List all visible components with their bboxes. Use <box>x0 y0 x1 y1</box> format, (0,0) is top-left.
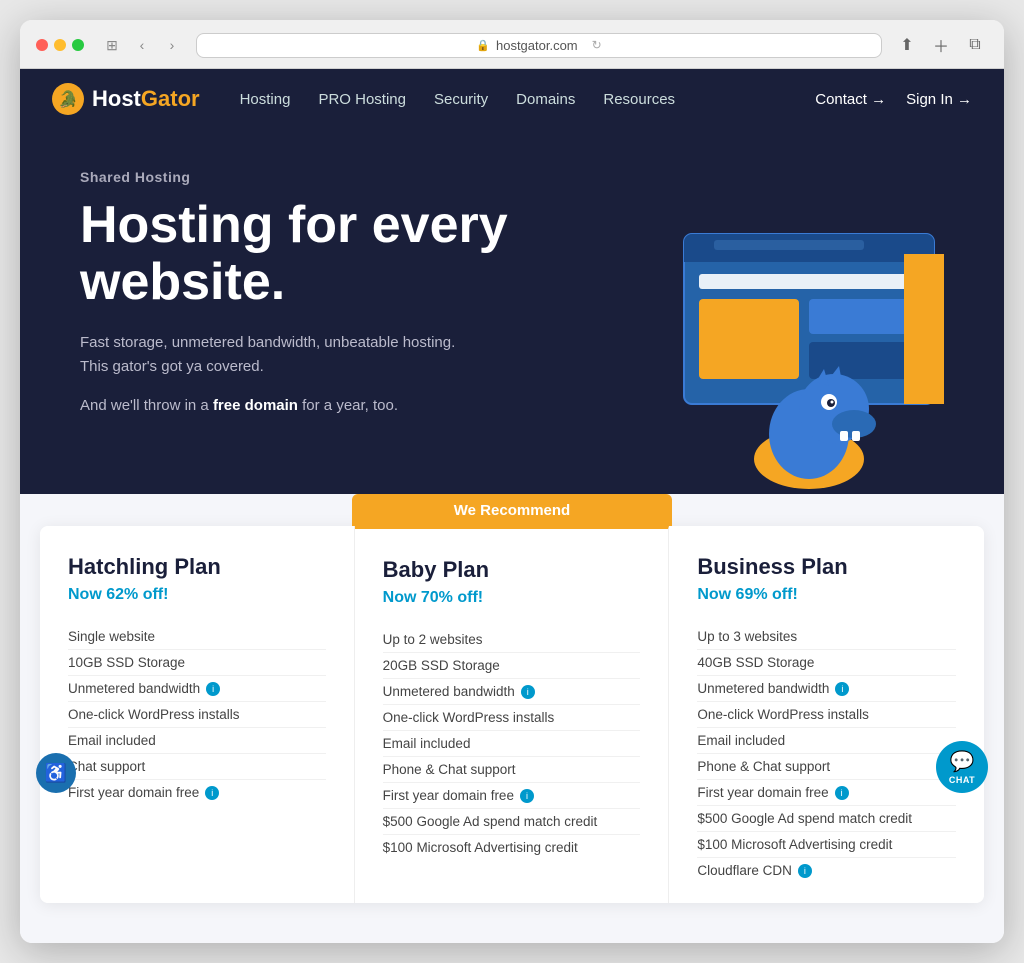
plan-discount-hatchling: Now 62% off! <box>68 586 326 604</box>
nav-right: Contact → Sign In → <box>815 91 972 108</box>
hero-free-domain: And we'll throw in a free domain for a y… <box>80 397 560 414</box>
browser-window: ⊞ ‹ › 🔒 hostgator.com ↻ ⬆ ＋ ⧉ 🐊 HostGato… <box>20 20 1004 943</box>
list-item: 10GB SSD Storage <box>68 650 326 676</box>
list-item: 20GB SSD Storage <box>383 653 641 679</box>
info-icon[interactable]: i <box>520 789 534 803</box>
list-item: $100 Microsoft Advertising credit <box>697 832 956 858</box>
nav-pro-hosting[interactable]: PRO Hosting <box>318 91 406 108</box>
navbar: 🐊 HostGator Hosting PRO Hosting Security… <box>20 69 1004 129</box>
list-item: One-click WordPress installs <box>697 702 956 728</box>
list-item: Email included <box>697 728 956 754</box>
hero-section: Shared Hosting Hosting for every website… <box>20 129 1004 494</box>
plan-discount-business: Now 69% off! <box>697 586 956 604</box>
address-bar[interactable]: 🔒 hostgator.com ↻ <box>196 33 882 58</box>
list-item: First year domain freei <box>68 780 326 805</box>
list-item: Single website <box>68 624 326 650</box>
browser-controls: ⊞ ‹ › <box>100 33 184 57</box>
nav-resources[interactable]: Resources <box>603 91 675 108</box>
close-button[interactable] <box>36 39 48 51</box>
list-item: Email included <box>68 728 326 754</box>
forward-button[interactable]: › <box>160 33 184 57</box>
nav-links: Hosting PRO Hosting Security Domains Res… <box>240 91 816 108</box>
list-item: Up to 2 websites <box>383 627 641 653</box>
list-item: $100 Microsoft Advertising credit <box>383 835 641 860</box>
info-icon[interactable]: i <box>835 682 849 696</box>
recommend-badge: We Recommend <box>352 494 672 527</box>
list-item: Phone & Chat support <box>383 757 641 783</box>
plan-name-baby: Baby Plan <box>383 557 641 583</box>
plan-card-hatchling: Hatchling Plan Now 62% off! Single websi… <box>40 526 355 903</box>
nav-hosting[interactable]: Hosting <box>240 91 291 108</box>
hero-title: Hosting for every website. <box>80 197 560 311</box>
list-item: Unmetered bandwidthi <box>697 676 956 702</box>
logo-text: HostGator <box>92 86 200 112</box>
url-text: hostgator.com <box>496 38 578 53</box>
svg-text:🐊: 🐊 <box>58 89 78 108</box>
hero-illustration-svg <box>624 224 964 494</box>
minimize-button[interactable] <box>54 39 66 51</box>
list-item: Chat support <box>68 754 326 780</box>
list-item: Unmetered bandwidthi <box>383 679 641 705</box>
back-button[interactable]: ‹ <box>130 33 154 57</box>
list-item: $500 Google Ad spend match credit <box>383 809 641 835</box>
sidebar-toggle-button[interactable]: ⊞ <box>100 33 124 57</box>
chat-label: CHAT <box>949 775 975 785</box>
logo[interactable]: 🐊 HostGator <box>52 83 200 115</box>
logo-icon: 🐊 <box>52 83 84 115</box>
list-item: Phone & Chat support <box>697 754 956 780</box>
plans-section: We Recommend Hatchling Plan Now 62% off!… <box>20 494 1004 943</box>
plan-features-baby: Up to 2 websites 20GB SSD Storage Unmete… <box>383 627 641 860</box>
list-item: Cloudflare CDNi <box>697 858 956 883</box>
list-item: Unmetered bandwidthi <box>68 676 326 702</box>
info-icon[interactable]: i <box>205 786 219 800</box>
plan-name-business: Business Plan <box>697 554 956 580</box>
new-tab-button[interactable]: ＋ <box>928 32 954 58</box>
tabs-button[interactable]: ⧉ <box>962 32 988 58</box>
list-item: Up to 3 websites <box>697 624 956 650</box>
plan-features-business: Up to 3 websites 40GB SSD Storage Unmete… <box>697 624 956 883</box>
list-item: First year domain freei <box>697 780 956 806</box>
plan-discount-baby: Now 70% off! <box>383 589 641 607</box>
nav-contact[interactable]: Contact → <box>815 91 886 108</box>
info-icon[interactable]: i <box>206 682 220 696</box>
hero-content: Shared Hosting Hosting for every website… <box>80 169 560 414</box>
list-item: First year domain freei <box>383 783 641 809</box>
maximize-button[interactable] <box>72 39 84 51</box>
chat-button[interactable]: 💬 CHAT <box>936 741 988 793</box>
hero-illustration <box>624 129 964 494</box>
plan-name-hatchling: Hatchling Plan <box>68 554 326 580</box>
plan-features-hatchling: Single website 10GB SSD Storage Unmetere… <box>68 624 326 805</box>
hero-description: Fast storage, unmetered bandwidth, unbea… <box>80 331 460 379</box>
chat-icon: 💬 <box>950 749 975 774</box>
plan-card-baby: Baby Plan Now 70% off! Up to 2 websites … <box>355 526 670 903</box>
recommend-badge-row: We Recommend <box>40 494 984 527</box>
browser-chrome: ⊞ ‹ › 🔒 hostgator.com ↻ ⬆ ＋ ⧉ <box>20 20 1004 69</box>
plans-grid: Hatchling Plan Now 62% off! Single websi… <box>40 526 984 903</box>
browser-actions: ⬆ ＋ ⧉ <box>894 32 988 58</box>
list-item: One-click WordPress installs <box>383 705 641 731</box>
nav-signin[interactable]: Sign In → <box>906 91 972 108</box>
nav-security[interactable]: Security <box>434 91 488 108</box>
info-icon[interactable]: i <box>798 864 812 878</box>
nav-domains[interactable]: Domains <box>516 91 575 108</box>
list-item: One-click WordPress installs <box>68 702 326 728</box>
list-item: $500 Google Ad spend match credit <box>697 806 956 832</box>
list-item: Email included <box>383 731 641 757</box>
accessibility-button[interactable]: ♿ <box>36 753 76 793</box>
traffic-lights <box>36 39 84 51</box>
reload-icon[interactable]: ↻ <box>592 38 602 52</box>
plan-card-business: Business Plan Now 69% off! Up to 3 websi… <box>669 526 984 903</box>
hero-subtitle: Shared Hosting <box>80 169 560 185</box>
lock-icon: 🔒 <box>476 39 490 52</box>
info-icon[interactable]: i <box>521 685 535 699</box>
list-item: 40GB SSD Storage <box>697 650 956 676</box>
info-icon[interactable]: i <box>835 786 849 800</box>
share-button[interactable]: ⬆ <box>894 32 920 58</box>
